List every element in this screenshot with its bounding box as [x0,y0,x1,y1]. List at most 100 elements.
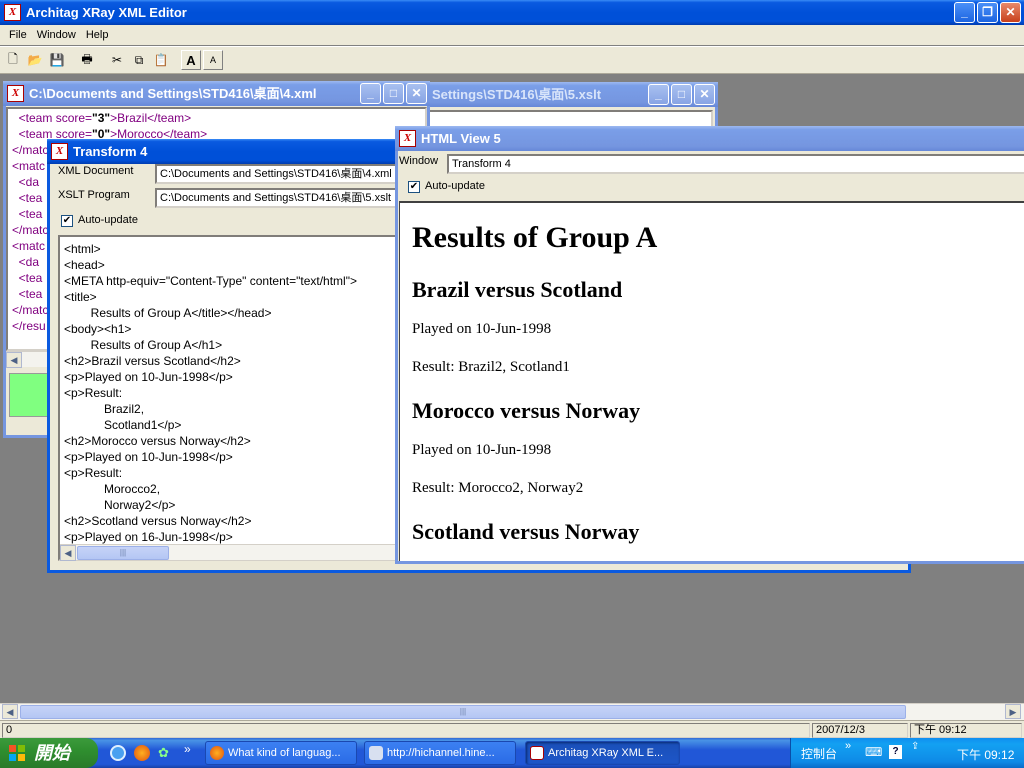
main-scroll-left-icon[interactable]: ◀ [2,704,18,719]
status-date: 2007/12/3 [812,723,908,738]
transform-horizontal-scrollbar[interactable]: ◀ ||| [60,544,396,561]
rendered-h1: Results of Group A [412,221,658,254]
xml-minimize-button[interactable]: _ [360,83,381,104]
cut-icon[interactable]: ✂ [107,50,127,70]
xml-line-tag: <tea [12,207,43,221]
xml-window-title: C:\Documents and Settings\STD416\桌面\4.xm… [29,86,317,101]
transform-scroll-left-icon[interactable]: ◀ [60,545,76,561]
xml-line-tag: <matc [12,159,46,173]
html-view-autoupdate-label: Auto-update [425,180,485,192]
transform-output-line: <h2>Scotland versus Norway</h2> [64,514,252,528]
xml-line: </matc [12,223,48,237]
transform-scroll-thumb[interactable]: ||| [77,546,169,560]
transform-output-lines: <html> <head> <META http-equiv="Content-Ty… [64,241,396,545]
menu-file[interactable]: File [4,29,32,41]
restore-button[interactable]: ❐ [977,2,998,23]
main-scroll-thumb[interactable]: ||| [20,705,906,719]
xml-line: <da [12,175,39,189]
windows-logo-icon [9,745,25,761]
firefox-quicklaunch-icon[interactable] [134,745,150,761]
menu-help[interactable]: Help [81,29,114,41]
new-file-icon[interactable]: 🗋 [3,50,23,70]
rendered-h2-match3: Scotland versus Norway [412,519,640,544]
html-view-autoupdate-checkbox[interactable]: ✔ [408,181,420,193]
transform-output-line: <html> [64,242,101,256]
xslt-maximize-button[interactable]: □ [671,84,692,105]
html-view-render[interactable]: Results of Group A Brazil versus Scotlan… [399,201,1024,561]
xslt-close-button[interactable]: ✕ [694,84,715,105]
app-title-bar: X Architag XRay XML Editor _ ❐ ✕ [0,0,1024,25]
rendered-result-match2: Result: Morocco2, Norway2 [412,480,584,496]
xml-maximize-button[interactable]: □ [383,83,404,104]
transform-output-line: Results of Group A</h1> [64,338,223,352]
minimize-button[interactable]: _ [954,2,975,23]
system-tray: 控制台 » ⌨ ? ⇪ 下午 09:12 [790,738,1024,768]
tray-more-icon[interactable]: » [845,740,851,752]
xml-document-label: XML Document [58,165,134,177]
xml-line-tag: <team score= [12,111,93,125]
save-icon[interactable]: 💾 [47,50,67,70]
paste-icon[interactable]: 📋 [151,50,171,70]
transform-output-line: Results of Group A</title></head> [64,306,272,320]
xslt-window-title-bar[interactable]: Settings\STD416\桌面\5.xslt _ □ ✕ [392,82,718,107]
status-bar: 0 2007/12/3 下午 09:12 [0,720,1024,738]
xml-line-tag: </matc [12,143,49,157]
transform-output-line: <p>Result: [64,466,123,480]
xslt-minimize-button[interactable]: _ [648,84,669,105]
transform-output-line: Scotland1</p> [64,418,182,432]
copy-icon[interactable]: ⧉ [129,50,149,70]
keyboard-icon[interactable]: ⌨ [865,745,882,759]
font-larger-icon[interactable]: A [181,50,201,70]
xml-scroll-left-icon[interactable]: ◀ [6,352,22,368]
xml-line-tag: <tea [12,271,43,285]
app-logo-icon: X [4,4,21,21]
xml-window-title-bar[interactable]: X C:\Documents and Settings\STD416\桌面\4.… [3,81,430,106]
tray-clock: 下午 09:12 [957,748,1015,762]
xml-line-tag: <da [12,255,40,269]
close-button[interactable]: ✕ [1000,2,1021,23]
start-button[interactable]: 開始 [0,738,98,768]
xml-line: <matc [12,159,45,173]
tray-control-panel-label[interactable]: 控制台 [801,745,837,762]
menu-bar: File Window Help [0,25,1024,45]
transform-output-line: <p>Played on 10-Jun-1998</p> [64,370,233,384]
xray-task-icon [530,746,544,760]
status-time: 下午 09:12 [910,723,1022,738]
task-browser[interactable]: http://hichannel.hine... [364,741,516,765]
transform-window-title: Transform 4 [73,144,148,159]
messenger-quicklaunch-icon[interactable]: ✿ [158,745,174,761]
xml-line: <tea [12,207,43,221]
html-view-window-label: Window [399,155,439,167]
xml-close-button[interactable]: ✕ [406,83,427,104]
language-icon[interactable]: ⇪ [911,741,919,752]
html-view-window[interactable]: X HTML View 5 Window Transform 4 ✔ Auto-… [395,126,1024,564]
html-view-title-bar[interactable]: X HTML View 5 [395,126,1024,151]
main-horizontal-scrollbar[interactable]: ◀ ||| ▶ [0,703,1024,720]
xml-color-swatch [9,373,49,417]
transform-output-line: <body><h1> [64,322,132,336]
status-text: 0 [2,723,810,738]
task-xray-label: Architag XRay XML E... [548,747,664,759]
ie-quicklaunch-icon[interactable] [110,745,126,761]
rendered-result-match1: Result: Brazil2, Scotland1 [412,359,570,375]
task-firefox[interactable]: What kind of languag... [205,741,357,765]
font-smaller-icon[interactable]: A [203,50,223,70]
transform-autoupdate-checkbox[interactable]: ✔ [61,215,73,227]
transform-output[interactable]: <html> <head> <META http-equiv="Content-Ty… [58,235,398,561]
transform-output-line: <p>Played on 16-Jun-1998</p> [64,530,233,544]
help-icon[interactable]: ? [889,745,902,759]
print-icon[interactable]: 🖶 [77,50,97,70]
menu-window[interactable]: Window [32,29,81,41]
open-folder-icon[interactable]: 📂 [25,50,45,70]
transform-output-line: Brazil2, [64,402,145,416]
html-view-window-field[interactable]: Transform 4 [447,154,1024,174]
xslt-window-title: Settings\STD416\桌面\5.xslt [432,87,602,102]
task-firefox-label: What kind of languag... [228,747,341,759]
main-scroll-right-icon[interactable]: ▶ [1005,704,1021,719]
quicklaunch-more-icon[interactable]: » [184,742,191,756]
xml-line-tag: </matc [12,223,49,237]
transform-output-line: <title> [64,290,97,304]
xml-line: </matc [12,303,48,317]
task-xray[interactable]: Architag XRay XML E... [525,741,680,765]
app-title: Architag XRay XML Editor [26,5,187,20]
